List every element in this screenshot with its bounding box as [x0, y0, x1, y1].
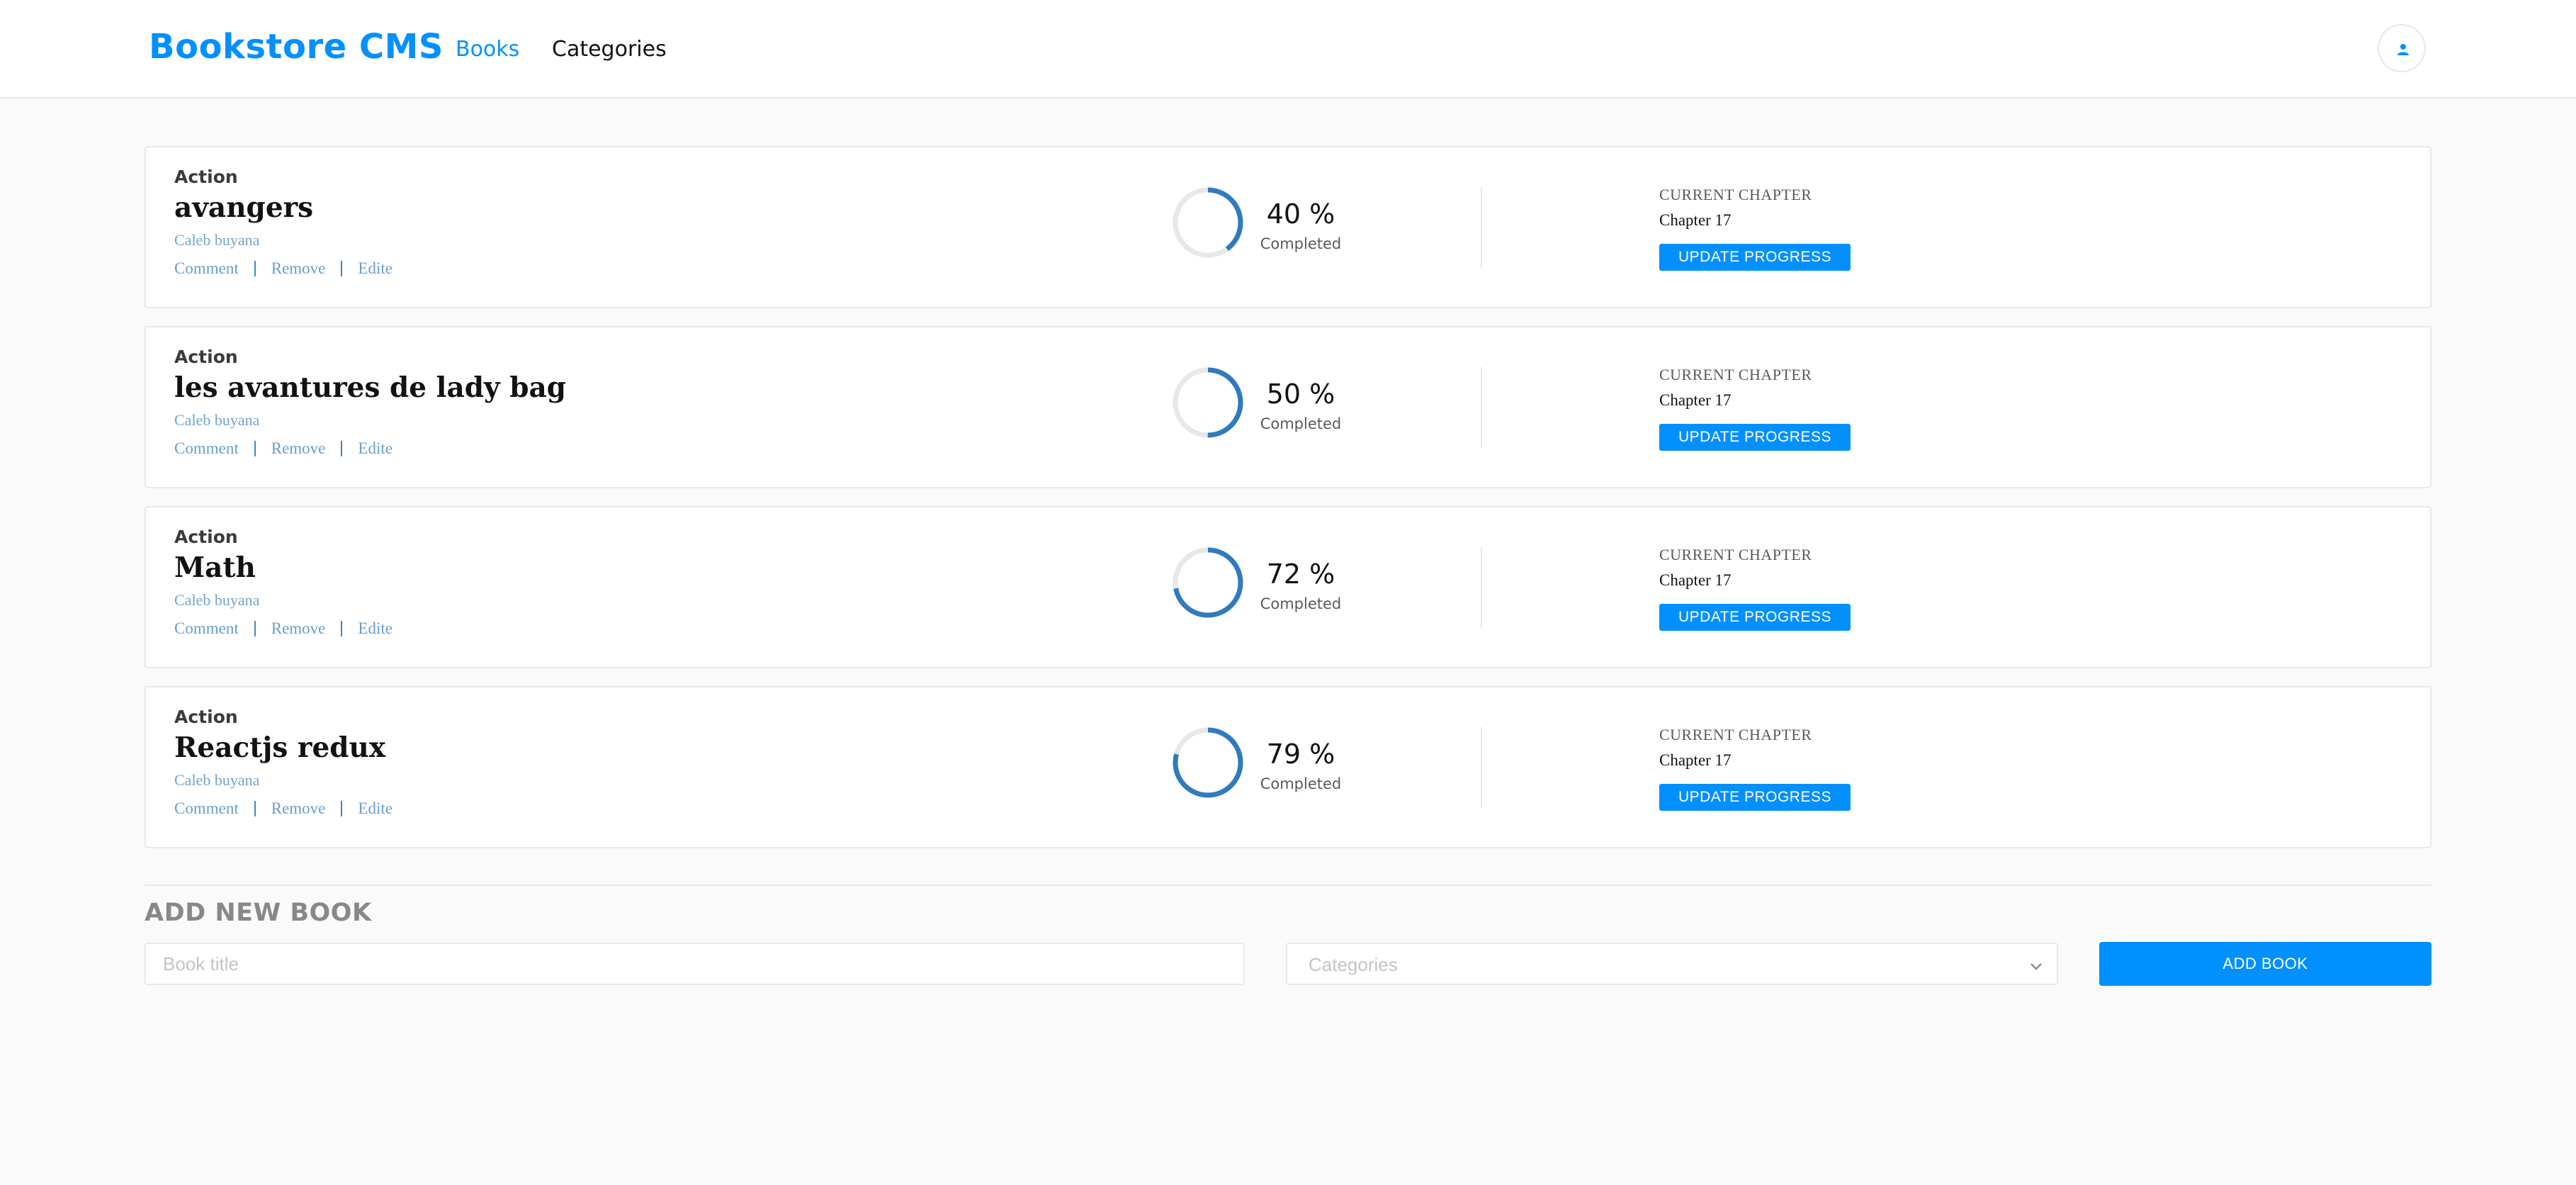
book-actions: Comment Remove Edite [174, 619, 392, 638]
action-divider [341, 441, 343, 456]
progress-completed-label: Completed [1260, 415, 1342, 432]
book-author: Caleb buyana [174, 231, 260, 249]
book-card: Action Reactjs redux Caleb buyana Commen… [145, 686, 2431, 848]
book-list: Action avangers Caleb buyana Comment Rem… [145, 146, 2431, 866]
add-book-button[interactable]: ADD BOOK [2099, 942, 2431, 986]
book-title: Math [174, 551, 256, 584]
action-divider [254, 801, 256, 816]
action-divider [254, 441, 256, 456]
edit-button[interactable]: Edite [358, 259, 392, 278]
book-author: Caleb buyana [174, 591, 260, 609]
card-divider [1481, 727, 1482, 808]
update-progress-button[interactable]: UPDATE PROGRESS [1659, 424, 1851, 451]
progress-percent: 50 % [1266, 378, 1335, 410]
book-genre: Action [174, 527, 238, 547]
current-chapter-heading: CURRENT CHAPTER [1659, 186, 1812, 203]
book-author: Caleb buyana [174, 411, 260, 429]
action-divider [341, 801, 343, 816]
user-icon [2397, 44, 2409, 55]
book-actions: Comment Remove Edite [174, 799, 392, 818]
card-divider [1481, 547, 1482, 628]
update-progress-button[interactable]: UPDATE PROGRESS [1659, 784, 1851, 811]
current-chapter-value: Chapter 17 [1659, 571, 1732, 589]
card-divider [1481, 187, 1482, 268]
book-title-input[interactable] [145, 943, 1245, 985]
edit-button[interactable]: Edite [358, 439, 392, 458]
add-book-heading: ADD NEW BOOK [145, 899, 372, 927]
remove-button[interactable]: Remove [271, 619, 326, 638]
chevron-down-icon [2030, 963, 2042, 970]
current-chapter-heading: CURRENT CHAPTER [1659, 546, 1812, 563]
current-chapter-value: Chapter 17 [1659, 751, 1732, 769]
edit-button[interactable]: Edite [358, 619, 392, 638]
book-card: Action les avantures de lady bag Caleb b… [145, 326, 2431, 488]
progress-ring [1173, 187, 1243, 258]
remove-button[interactable]: Remove [271, 439, 326, 458]
book-genre: Action [174, 347, 238, 367]
book-author: Caleb buyana [174, 771, 260, 789]
category-select-value: Categories [1309, 954, 1398, 975]
current-chapter-value: Chapter 17 [1659, 211, 1732, 229]
user-avatar-button[interactable] [2378, 24, 2426, 72]
update-progress-button[interactable]: UPDATE PROGRESS [1659, 604, 1851, 631]
comment-button[interactable]: Comment [174, 799, 239, 818]
progress-completed-label: Completed [1260, 235, 1342, 252]
current-chapter-heading: CURRENT CHAPTER [1659, 726, 1812, 743]
book-actions: Comment Remove Edite [174, 259, 392, 278]
nav-link-books[interactable]: Books [456, 37, 519, 62]
update-progress-button[interactable]: UPDATE PROGRESS [1659, 244, 1851, 271]
action-divider [341, 261, 343, 276]
book-card: Action Math Caleb buyana Comment Remove … [145, 506, 2431, 668]
progress-ring [1173, 367, 1243, 438]
card-divider [1481, 367, 1482, 448]
comment-button[interactable]: Comment [174, 259, 239, 278]
remove-button[interactable]: Remove [271, 799, 326, 818]
progress-completed-label: Completed [1260, 775, 1342, 792]
edit-button[interactable]: Edite [358, 799, 392, 818]
category-select[interactable]: Categories [1286, 943, 2058, 985]
form-divider [145, 884, 2431, 886]
progress-percent: 40 % [1266, 198, 1335, 230]
brand-title: Bookstore CMS [149, 27, 444, 67]
action-divider [254, 261, 256, 276]
progress-percent: 79 % [1266, 738, 1335, 770]
action-divider [341, 621, 343, 636]
book-title: avangers [174, 191, 314, 224]
app-header: Bookstore CMS Books Categories [0, 0, 2576, 99]
progress-ring [1173, 547, 1243, 618]
nav-link-categories[interactable]: Categories [552, 37, 667, 62]
progress-ring [1173, 727, 1243, 798]
progress-percent: 72 % [1266, 558, 1335, 590]
current-chapter-value: Chapter 17 [1659, 391, 1732, 409]
remove-button[interactable]: Remove [271, 259, 326, 278]
current-chapter-heading: CURRENT CHAPTER [1659, 366, 1812, 383]
book-genre: Action [174, 167, 238, 187]
book-actions: Comment Remove Edite [174, 439, 392, 458]
action-divider [254, 621, 256, 636]
comment-button[interactable]: Comment [174, 439, 239, 458]
comment-button[interactable]: Comment [174, 619, 239, 638]
book-genre: Action [174, 707, 238, 727]
book-title: Reactjs redux [174, 731, 386, 764]
book-card: Action avangers Caleb buyana Comment Rem… [145, 146, 2431, 308]
book-title: les avantures de lady bag [174, 371, 567, 404]
progress-completed-label: Completed [1260, 595, 1342, 612]
